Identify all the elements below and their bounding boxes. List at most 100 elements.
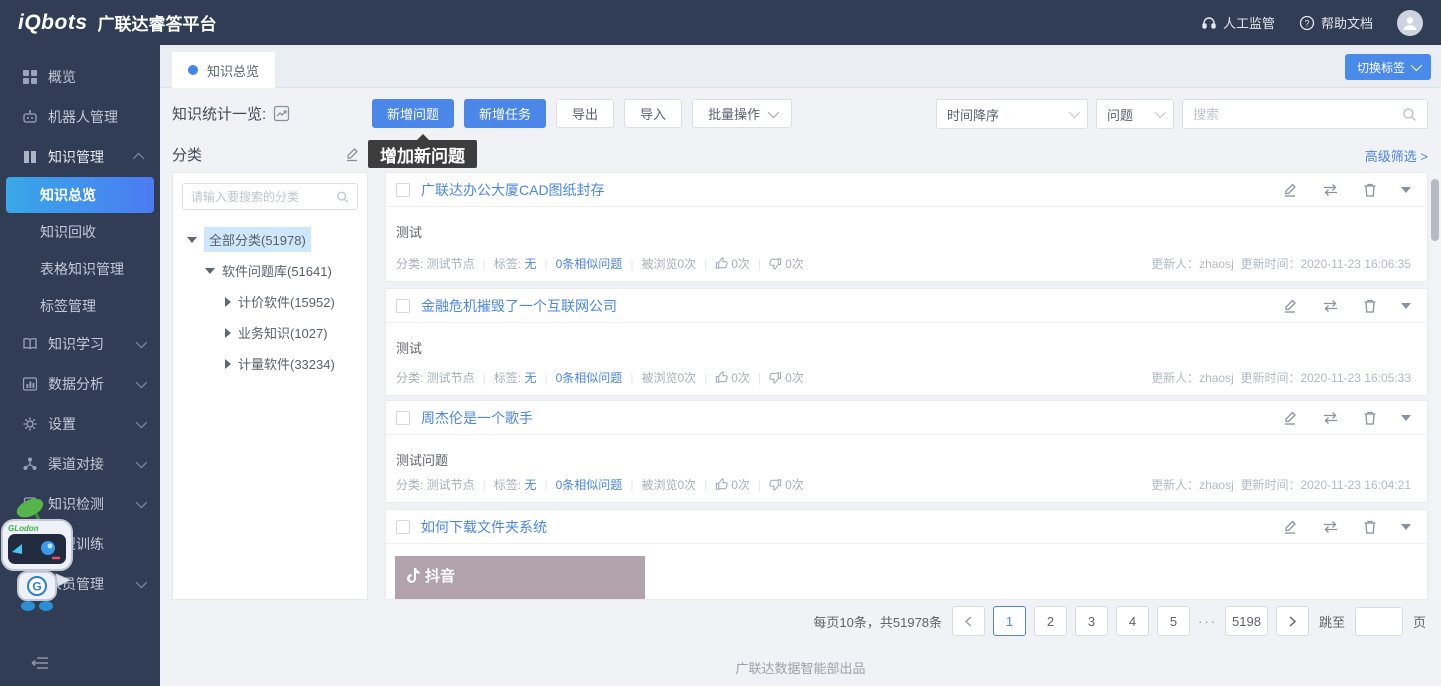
page-button-last[interactable]: 5198 [1225, 606, 1268, 636]
page-ellipsis[interactable]: ··· [1198, 614, 1217, 629]
sidebar-item-knowledge-check[interactable]: 知识检测 [0, 484, 160, 524]
tab-knowledge-overview[interactable]: 知识总览 [172, 52, 275, 88]
search-field-select[interactable]: 问题 [1096, 99, 1174, 129]
caret-right-icon[interactable] [225, 297, 231, 307]
app-window: iQbots 广联达睿答平台 人工监管 ? 帮助文档 概览 [0, 0, 1441, 686]
menu-fold-icon [30, 655, 50, 671]
sidebar-item-knowledge-management[interactable]: 知识管理 [0, 137, 160, 177]
swap-icon[interactable] [1322, 183, 1339, 197]
sidebar-item-robot-management[interactable]: 机器人管理 [0, 97, 160, 137]
delete-icon[interactable] [1363, 298, 1377, 314]
sidebar-item-data-analysis[interactable]: 数据分析 [0, 364, 160, 404]
book-icon [22, 149, 38, 165]
card-title-link[interactable]: 如何下载文件夹系统 [421, 517, 547, 537]
knowledge-card: 如何下载文件夹系统 抖音 抖音号: 345652118 [385, 509, 1428, 600]
sidebar-item-channel-integration[interactable]: 渠道对接 [0, 444, 160, 484]
sidebar-item-model-training[interactable]: 模型训练 [0, 524, 160, 564]
page-button-1[interactable]: 1 [993, 606, 1026, 636]
card-checkbox[interactable] [396, 520, 410, 534]
sort-order-select[interactable]: 时间降序 [936, 99, 1088, 129]
edit-icon[interactable] [1282, 519, 1298, 535]
knowledge-card: 广联达办公大厦CAD图纸封存 测试 分类: 测试节点| 标签: 无| 0条相似问… [385, 172, 1428, 282]
advanced-filter-link[interactable]: 高级筛选 > [1365, 146, 1428, 165]
prev-page-button[interactable] [952, 606, 985, 636]
tag-none-link[interactable]: 无 [524, 476, 536, 493]
card-checkbox[interactable] [396, 183, 410, 197]
page-button-5[interactable]: 5 [1157, 606, 1190, 636]
batch-operations-button[interactable]: 批量操作 [692, 99, 792, 128]
export-button[interactable]: 导出 [556, 99, 614, 128]
caret-right-icon[interactable] [225, 328, 231, 338]
delete-icon[interactable] [1363, 410, 1377, 426]
card-title-link[interactable]: 周杰伦是一个歌手 [421, 408, 533, 428]
chevron-up-icon [133, 153, 144, 164]
expand-caret-icon[interactable] [1401, 524, 1411, 530]
expand-caret-icon[interactable] [1401, 415, 1411, 421]
sidebar-subitem-knowledge-overview[interactable]: 知识总览 [6, 177, 154, 213]
caret-down-icon[interactable] [187, 237, 197, 243]
sidebar-item-user-management[interactable]: 人员管理 [0, 564, 160, 604]
edit-icon[interactable] [1282, 298, 1298, 314]
tree-node-measurement-software[interactable]: 计量软件(33234) [173, 348, 367, 379]
tree-node-all-categories[interactable]: 全部分类(51978) [173, 224, 367, 255]
manual-supervision-link[interactable]: 人工监管 [1201, 13, 1275, 32]
expand-caret-icon[interactable] [1401, 187, 1411, 193]
switch-tags-button[interactable]: 切换标签 [1345, 54, 1431, 80]
sidebar-collapse-button[interactable] [30, 655, 50, 674]
sidebar-subitem-knowledge-recycle[interactable]: 知识回收 [0, 213, 160, 250]
sidebar-item-settings[interactable]: 设置 [0, 404, 160, 444]
tree-node-business-knowledge[interactable]: 业务知识(1027) [173, 317, 367, 348]
page-button-3[interactable]: 3 [1075, 606, 1108, 636]
card-checkbox[interactable] [396, 411, 410, 425]
add-task-button[interactable]: 新增任务 [464, 99, 546, 128]
card-checkbox[interactable] [396, 299, 410, 313]
similar-questions-link[interactable]: 0条相似问题 [556, 255, 623, 272]
card-title-link[interactable]: 广联达办公大厦CAD图纸封存 [421, 180, 605, 200]
category-search-input[interactable] [191, 190, 336, 204]
swap-icon[interactable] [1322, 520, 1339, 534]
svg-text:?: ? [1304, 18, 1309, 28]
import-button[interactable]: 导入 [624, 99, 682, 128]
help-docs-link[interactable]: ? 帮助文档 [1299, 13, 1373, 32]
similar-questions-link[interactable]: 0条相似问题 [556, 476, 623, 493]
edit-icon[interactable] [1282, 410, 1298, 426]
stats-chart-icon[interactable] [273, 105, 290, 122]
gear-icon [22, 416, 38, 432]
list-scrollbar-thumb[interactable] [1431, 179, 1439, 241]
card-update-meta: 更新人：zhaosj 更新时间：2020-11-23 16:05:33 [1151, 369, 1411, 386]
page-button-4[interactable]: 4 [1116, 606, 1149, 636]
douyin-thumbnail[interactable]: 抖音 抖音号: 345652118 [395, 556, 645, 600]
swap-icon[interactable] [1322, 411, 1339, 425]
tag-none-link[interactable]: 无 [524, 255, 536, 272]
thumb-up-icon [715, 257, 728, 270]
sidebar-item-overview[interactable]: 概览 [0, 57, 160, 97]
expand-caret-icon[interactable] [1401, 303, 1411, 309]
search-icon[interactable] [1402, 107, 1417, 122]
edit-icon[interactable] [1282, 182, 1298, 198]
add-question-button[interactable]: 新增问题 [372, 99, 454, 128]
page-button-2[interactable]: 2 [1034, 606, 1067, 636]
category-edit-button[interactable] [344, 146, 360, 167]
app-logo: iQbots [18, 11, 88, 35]
sidebar-item-knowledge-learning[interactable]: 知识学习 [0, 324, 160, 364]
caret-right-icon[interactable] [225, 359, 231, 369]
tree-node-pricing-software[interactable]: 计价软件(15952) [173, 286, 367, 317]
page-jump-input[interactable] [1355, 607, 1403, 636]
sidebar-nav: 概览 机器人管理 知识管理 知识总览 知识回收 表格知识管理 标签管理 知识学习 [0, 45, 160, 686]
user-avatar[interactable] [1397, 10, 1423, 36]
category-tree-panel: 全部分类(51978) 软件问题库(51641) 计价软件(15952) 业务知… [172, 172, 368, 600]
search-input[interactable] [1193, 107, 1402, 122]
delete-icon[interactable] [1363, 519, 1377, 535]
similar-questions-link[interactable]: 0条相似问题 [556, 369, 623, 386]
tree-node-software-questions[interactable]: 软件问题库(51641) [173, 255, 367, 286]
delete-icon[interactable] [1363, 182, 1377, 198]
card-title-link[interactable]: 金融危机摧毁了一个互联网公司 [421, 296, 617, 316]
caret-down-icon[interactable] [205, 268, 215, 274]
sidebar-subitem-table-knowledge[interactable]: 表格知识管理 [0, 250, 160, 287]
next-page-button[interactable] [1276, 606, 1309, 636]
sidebar-subitem-tag-management[interactable]: 标签管理 [0, 287, 160, 324]
chevron-right-icon [1288, 616, 1297, 627]
tag-none-link[interactable]: 无 [524, 369, 536, 386]
swap-icon[interactable] [1322, 299, 1339, 313]
search-icon[interactable] [336, 190, 349, 204]
